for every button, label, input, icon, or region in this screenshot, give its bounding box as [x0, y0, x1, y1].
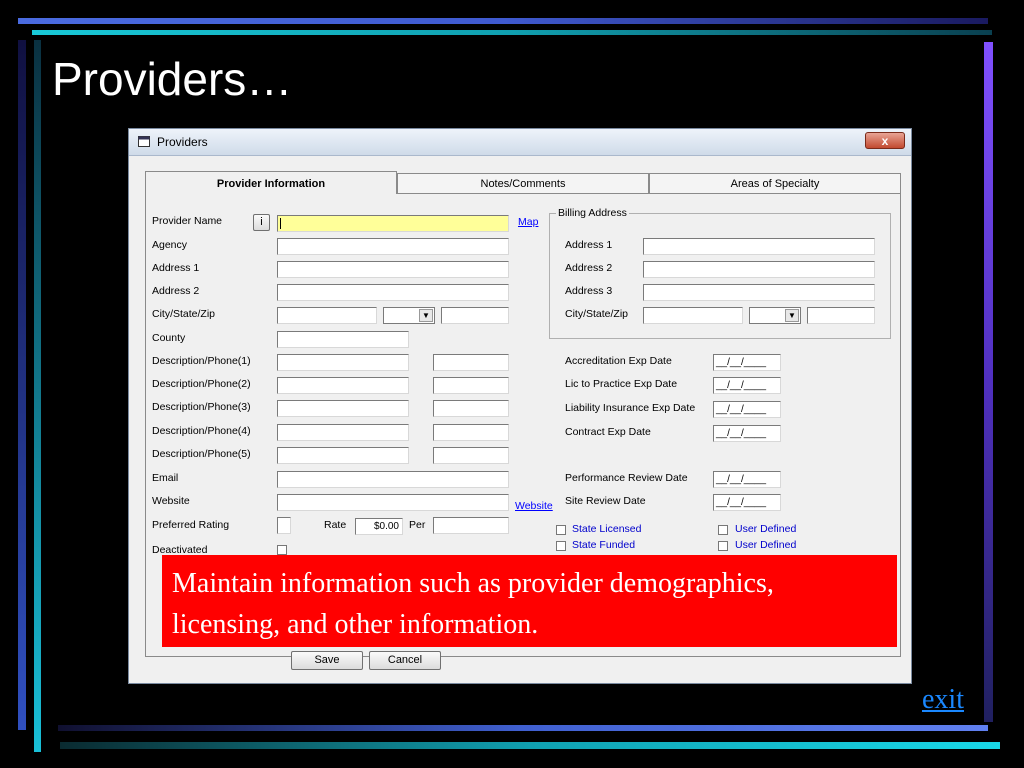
left-accent-bar: [18, 40, 26, 730]
contract-exp-field[interactable]: __/__/____: [713, 425, 781, 442]
chevron-down-icon[interactable]: ▼: [785, 309, 799, 322]
phone-1-field[interactable]: [433, 354, 509, 371]
top-accent-bar-2: [32, 30, 992, 35]
county-label: County: [152, 332, 186, 344]
top-accent-bar: [18, 18, 988, 24]
phone-4-field[interactable]: [433, 424, 509, 441]
left-accent-bar-2: [34, 40, 41, 752]
billing-address-legend: Billing Address: [556, 207, 629, 219]
lic-practice-exp-label: Lic to Practice Exp Date: [565, 378, 678, 390]
window-titlebar[interactable]: Providers x: [129, 129, 911, 156]
preferred-rating-field[interactable]: [277, 517, 291, 534]
exit-link[interactable]: exit: [922, 684, 964, 716]
description-5-field[interactable]: [277, 447, 409, 464]
performance-review-label: Performance Review Date: [565, 472, 688, 484]
state-select[interactable]: ▼: [383, 307, 435, 324]
state-licensed-checkbox[interactable]: [556, 525, 566, 535]
cancel-button[interactable]: Cancel: [369, 651, 441, 670]
performance-review-field[interactable]: __/__/____: [713, 471, 781, 488]
description-3-field[interactable]: [277, 400, 409, 417]
billing-address2-label: Address 2: [565, 262, 613, 274]
website-field[interactable]: [277, 494, 509, 511]
agency-field[interactable]: [277, 238, 509, 255]
callout-box: Maintain information such as provider de…: [162, 555, 897, 647]
phone-3-field[interactable]: [433, 400, 509, 417]
city-state-zip-label: City/State/Zip: [152, 308, 216, 320]
user-defined-1-label: User Defined: [735, 523, 797, 535]
per-field[interactable]: [433, 517, 509, 534]
desc-phone-1-label: Description/Phone(1): [152, 355, 251, 367]
per-label: Per: [409, 519, 426, 531]
county-field[interactable]: [277, 331, 409, 348]
billing-zip-field[interactable]: [807, 307, 875, 324]
slide-title: Providers…: [52, 53, 293, 105]
state-funded-checkbox[interactable]: [556, 541, 566, 551]
zip-field[interactable]: [441, 307, 509, 324]
provider-name-label: Provider Name: [152, 215, 223, 227]
description-2-field[interactable]: [277, 377, 409, 394]
window-title: Providers: [157, 135, 208, 149]
tab-areas-of-specialty[interactable]: Areas of Specialty: [649, 173, 901, 193]
phone-2-field[interactable]: [433, 377, 509, 394]
save-button[interactable]: Save: [291, 651, 363, 670]
close-button[interactable]: x: [865, 132, 905, 149]
map-link[interactable]: Map: [518, 216, 538, 228]
site-review-label: Site Review Date: [565, 495, 646, 507]
right-accent-bar: [984, 42, 993, 722]
preferred-rating-label: Preferred Rating: [152, 519, 230, 531]
billing-address2-field[interactable]: [643, 261, 875, 278]
user-defined-2-label: User Defined: [735, 539, 797, 551]
liability-insurance-exp-label: Liability Insurance Exp Date: [565, 402, 696, 414]
billing-address1-field[interactable]: [643, 238, 875, 255]
user-defined-1-checkbox[interactable]: [718, 525, 728, 535]
window-app-icon: [138, 136, 150, 147]
provider-info-button[interactable]: i: [253, 214, 270, 231]
provider-name-field[interactable]: [277, 215, 509, 232]
website-link[interactable]: Website: [515, 500, 553, 512]
state-funded-label: State Funded: [572, 539, 636, 551]
deactivated-checkbox[interactable]: [277, 545, 287, 555]
address2-label: Address 2: [152, 285, 200, 297]
description-4-field[interactable]: [277, 424, 409, 441]
email-label: Email: [152, 472, 179, 484]
site-review-field[interactable]: __/__/____: [713, 494, 781, 511]
bottom-accent-bar: [58, 725, 988, 731]
lic-practice-exp-field[interactable]: __/__/____: [713, 377, 781, 394]
billing-city-field[interactable]: [643, 307, 743, 324]
billing-state-select[interactable]: ▼: [749, 307, 801, 324]
billing-address3-field[interactable]: [643, 284, 875, 301]
address1-field[interactable]: [277, 261, 509, 278]
website-label: Website: [152, 495, 190, 507]
rate-label: Rate: [324, 519, 347, 531]
address1-label: Address 1: [152, 262, 200, 274]
city-field[interactable]: [277, 307, 377, 324]
contract-exp-label: Contract Exp Date: [565, 426, 651, 438]
accreditation-exp-field[interactable]: __/__/____: [713, 354, 781, 371]
email-field[interactable]: [277, 471, 509, 488]
user-defined-2-checkbox[interactable]: [718, 541, 728, 551]
rate-field[interactable]: $0.00: [355, 518, 403, 535]
tab-notes-comments[interactable]: Notes/Comments: [397, 173, 649, 193]
billing-address1-label: Address 1: [565, 239, 613, 251]
state-licensed-label: State Licensed: [572, 523, 642, 535]
accreditation-exp-label: Accreditation Exp Date: [565, 355, 672, 367]
address2-field[interactable]: [277, 284, 509, 301]
agency-label: Agency: [152, 239, 188, 251]
phone-5-field[interactable]: [433, 447, 509, 464]
desc-phone-5-label: Description/Phone(5): [152, 448, 251, 460]
billing-city-state-zip-label: City/State/Zip: [565, 308, 629, 320]
bottom-accent-bar-2: [60, 742, 1000, 749]
desc-phone-2-label: Description/Phone(2): [152, 378, 251, 390]
billing-address3-label: Address 3: [565, 285, 613, 297]
chevron-down-icon[interactable]: ▼: [419, 309, 433, 322]
tab-provider-information[interactable]: Provider Information: [145, 171, 397, 194]
desc-phone-4-label: Description/Phone(4): [152, 425, 251, 437]
liability-insurance-exp-field[interactable]: __/__/____: [713, 401, 781, 418]
description-1-field[interactable]: [277, 354, 409, 371]
desc-phone-3-label: Description/Phone(3): [152, 401, 251, 413]
